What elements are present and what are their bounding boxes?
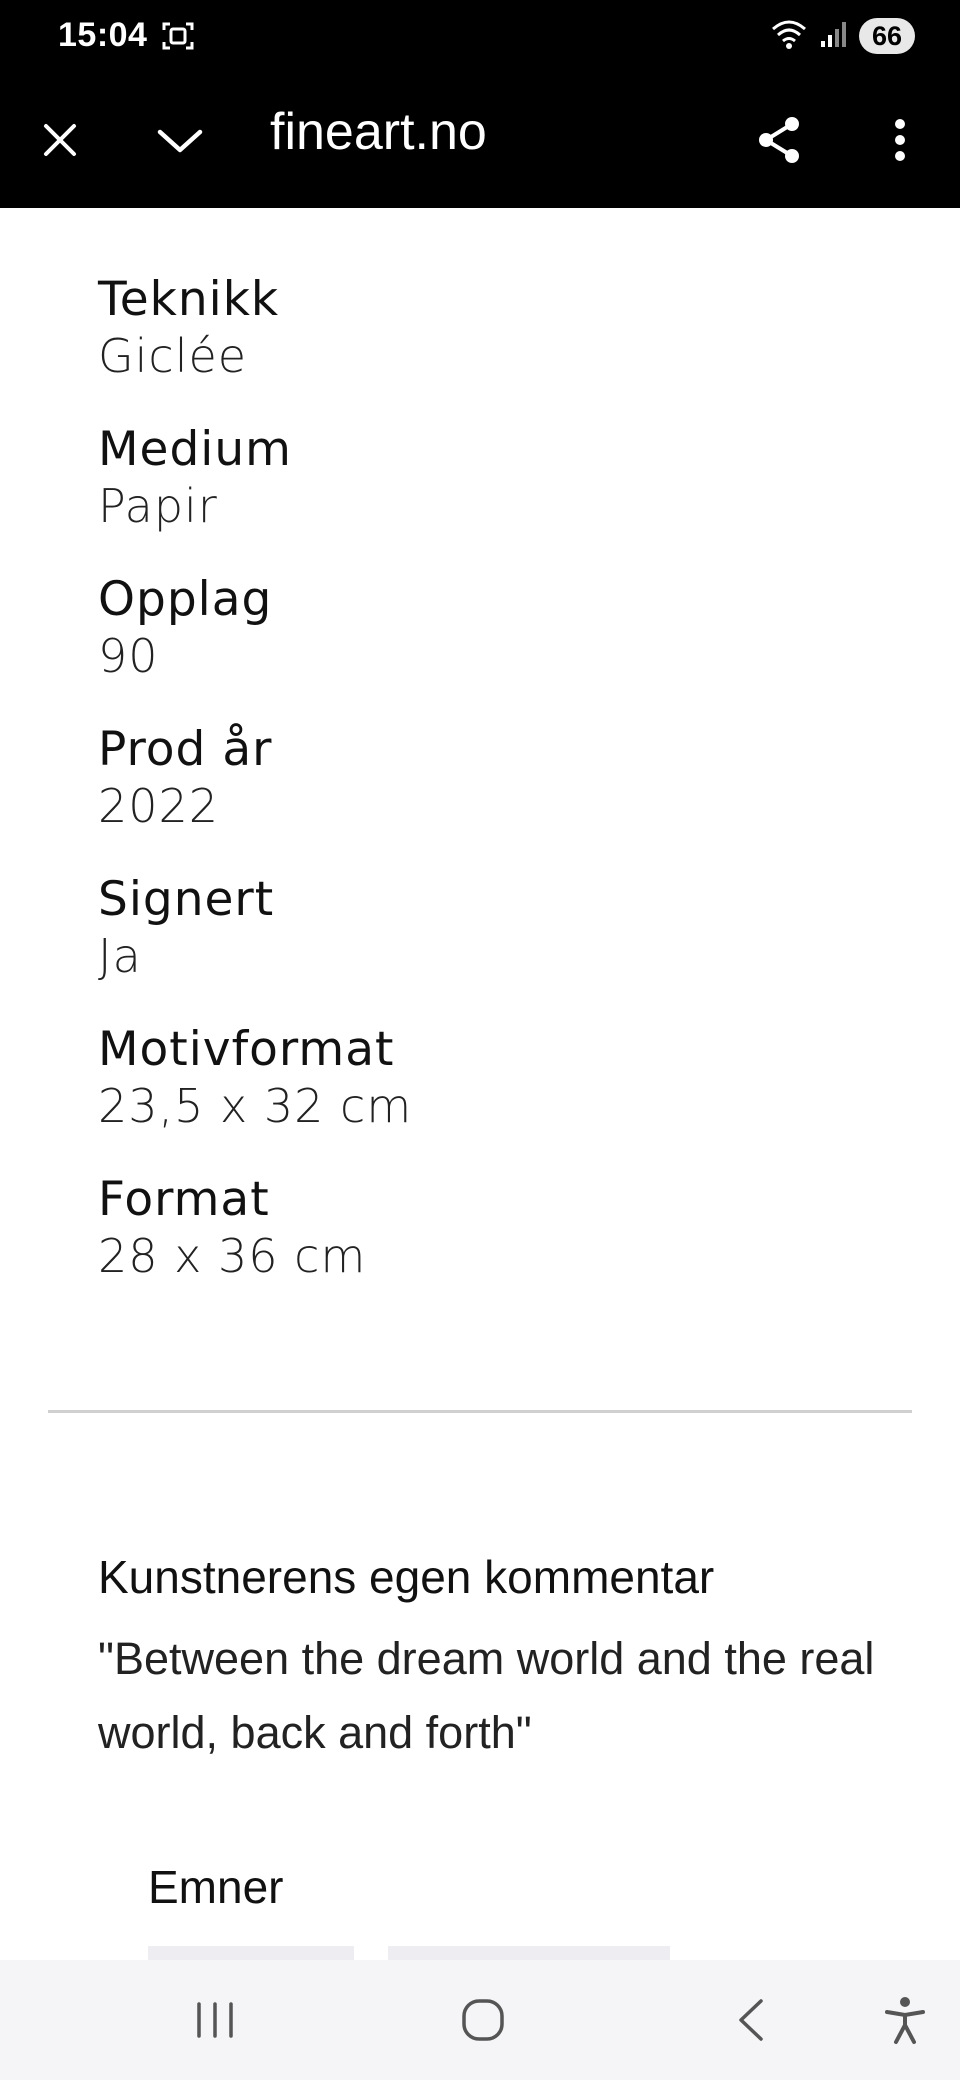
topic-tag[interactable] xyxy=(388,1946,670,1960)
spec-teknikk: Teknikk Giclée xyxy=(98,272,279,384)
recent-apps-icon[interactable] xyxy=(180,1990,250,2050)
url-text[interactable]: fineart.no xyxy=(270,102,487,162)
spec-label: Format xyxy=(98,1172,270,1227)
section-divider xyxy=(48,1410,912,1413)
spec-label: Signert xyxy=(98,872,275,927)
screenshot-icon xyxy=(160,18,196,58)
home-icon[interactable] xyxy=(448,1990,518,2050)
wifi-icon xyxy=(769,17,809,55)
status-indicators: 66 xyxy=(769,16,915,56)
topics-heading: Emner xyxy=(148,1861,284,1913)
close-icon[interactable] xyxy=(30,110,90,170)
share-icon[interactable] xyxy=(750,110,810,170)
spec-opplag: Opplag 90 xyxy=(98,572,272,684)
battery-badge: 66 xyxy=(859,18,915,54)
spec-value: Papir xyxy=(98,479,218,533)
back-icon[interactable] xyxy=(716,1990,786,2050)
status-time: 15:04 xyxy=(58,16,148,54)
browser-toolbar: fineart.no xyxy=(0,72,960,208)
spec-signert: Signert Ja xyxy=(98,872,274,984)
spec-label: Prod år xyxy=(98,722,273,777)
spec-value: 28 x 36 cm xyxy=(98,1229,367,1283)
accessibility-icon[interactable] xyxy=(870,1990,940,2050)
spec-label: Medium xyxy=(98,422,292,477)
signal-icon xyxy=(819,19,849,53)
spec-prod-ar: Prod år 2022 xyxy=(98,722,272,834)
spec-motivformat: Motivformat 23,5 x 32 cm xyxy=(98,1022,412,1134)
more-vert-icon[interactable] xyxy=(870,110,930,170)
chevron-down-icon[interactable] xyxy=(150,110,210,170)
spec-value: Ja xyxy=(98,929,142,983)
spec-value: 23,5 x 32 cm xyxy=(98,1079,413,1133)
spec-label: Teknikk xyxy=(98,272,280,327)
comment-text: "Between the dream world and the real wo… xyxy=(98,1633,875,1758)
spec-label: Opplag xyxy=(98,572,273,627)
comment-heading: Kunstnerens egen kommentar xyxy=(98,1551,715,1603)
spec-label: Motivformat xyxy=(98,1022,395,1077)
spec-value: 90 xyxy=(98,629,159,683)
system-nav-bar xyxy=(0,1960,960,2080)
spec-value: 2022 xyxy=(98,779,220,833)
spec-medium: Medium Papir xyxy=(98,422,292,534)
spec-format: Format 28 x 36 cm xyxy=(98,1172,366,1284)
spec-value: Giclée xyxy=(98,329,248,383)
topic-tag[interactable] xyxy=(148,1946,354,1960)
status-bar: 15:04 66 xyxy=(0,0,960,72)
